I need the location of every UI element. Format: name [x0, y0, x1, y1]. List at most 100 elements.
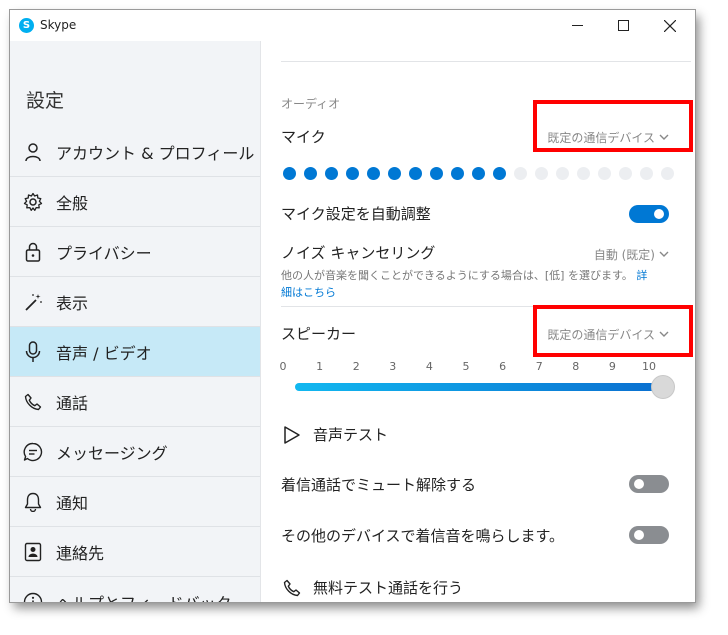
minimize-button[interactable]: [554, 10, 600, 41]
noise-cancelling-select[interactable]: 自動 (既定): [594, 246, 669, 263]
sidebar-item-label: 音声 / ビデオ: [56, 343, 152, 363]
sound-test-button[interactable]: 音声テスト: [283, 424, 388, 445]
noise-cancelling-description: 他の人が音楽を聞くことができるようにする場合は、[低] を選びます。 詳細はこち…: [281, 267, 651, 301]
mic-level-dot-inactive: [640, 167, 653, 180]
microphone-label: マイク: [281, 128, 326, 146]
toggle-knob: [634, 479, 644, 489]
mic-level-dot-active: [367, 167, 380, 180]
mic-level-dot-active: [409, 167, 422, 180]
sidebar-item-label: 通知: [56, 493, 89, 513]
mic-level-dot-inactive: [535, 167, 548, 180]
skype-window: S Skype 設定 アカウント & プロフィール 全般 プライバシー 表示 音…: [10, 10, 695, 602]
volume-tick-label: 0: [279, 360, 287, 373]
speaker-device-select[interactable]: 既定の通信デバイス: [547, 326, 669, 343]
sidebar-item-label: 全般: [56, 193, 89, 213]
mic-level-dot-active: [388, 167, 401, 180]
sidebar-item-help[interactable]: ヘルプとフィードバック: [10, 577, 260, 602]
description-text: 他の人が音楽を聞くことができるようにする場合は、[低] を選びます。: [281, 269, 633, 282]
mic-level-dot-inactive: [556, 167, 569, 180]
mic-level-dot-inactive: [514, 167, 527, 180]
title-bar: S Skype: [10, 10, 695, 41]
sidebar-item-label: 連絡先: [56, 543, 105, 563]
auto-adjust-label: マイク設定を自動調整: [281, 205, 431, 223]
volume-tick-label: 7: [535, 360, 543, 373]
speaker-device-value: 既定の通信デバイス: [547, 328, 655, 342]
maximize-icon: [617, 20, 629, 31]
mic-level-dot-active: [283, 167, 296, 180]
minimize-icon: [571, 25, 583, 26]
volume-tick-label: 10: [642, 360, 656, 373]
mic-level-dot-active: [451, 167, 464, 180]
volume-tick-label: 2: [352, 360, 360, 373]
play-icon: [284, 425, 300, 444]
sidebar-item-general[interactable]: 全般: [10, 177, 260, 227]
volume-slider-track[interactable]: [295, 383, 661, 391]
volume-tick-label: 8: [572, 360, 580, 373]
auto-adjust-toggle[interactable]: [629, 205, 669, 223]
sidebar-item-account[interactable]: アカウント & プロフィール: [10, 127, 260, 177]
info-icon: [22, 591, 44, 602]
audio-section-label: オーディオ: [281, 97, 341, 111]
sidebar-item-messaging[interactable]: メッセージング: [10, 427, 260, 477]
bell-icon: [22, 491, 44, 513]
toggle-knob: [634, 530, 644, 540]
sidebar-item-label: プライバシー: [56, 243, 152, 263]
microphone-level-meter: [283, 167, 674, 180]
sidebar-item-calls[interactable]: 通話: [10, 377, 260, 427]
volume-slider-thumb[interactable]: [651, 375, 675, 399]
mic-level-dot-active: [325, 167, 338, 180]
sidebar-item-contacts[interactable]: 連絡先: [10, 527, 260, 577]
ring-other-devices-label: その他のデバイスで着信音を鳴らします。: [281, 527, 565, 545]
mic-level-dot-inactive: [619, 167, 632, 180]
microphone-device-select[interactable]: 既定の通信デバイス: [547, 129, 669, 146]
noise-cancelling-label: ノイズ キャンセリング: [281, 244, 436, 262]
microphone-device-value: 既定の通信デバイス: [547, 131, 655, 145]
unmute-incoming-toggle[interactable]: [629, 475, 669, 493]
sidebar-item-privacy[interactable]: プライバシー: [10, 227, 260, 277]
close-button[interactable]: [647, 10, 693, 41]
volume-tick-label: 1: [316, 360, 324, 373]
sidebar-item-label: 通話: [56, 393, 89, 413]
sidebar-item-label: ヘルプとフィードバック: [56, 590, 232, 603]
maximize-button[interactable]: [600, 10, 646, 41]
sound-test-label: 音声テスト: [313, 426, 389, 444]
settings-title: 設定: [26, 90, 65, 112]
settings-sidebar: 設定 アカウント & プロフィール 全般 プライバシー 表示 音声 / ビデオ …: [10, 41, 261, 602]
toggle-knob: [654, 209, 664, 219]
mic-level-dot-inactive: [598, 167, 611, 180]
sidebar-item-label: 表示: [56, 293, 89, 313]
chat-icon: [22, 441, 44, 463]
magic-wand-icon: [22, 291, 44, 313]
person-icon: [22, 141, 44, 163]
volume-tick-label: 5: [462, 360, 470, 373]
sidebar-item-notifications[interactable]: 通知: [10, 477, 260, 527]
sidebar-item-label: アカウント & プロフィール: [56, 143, 255, 163]
volume-tick-label: 3: [389, 360, 397, 373]
free-test-call-button[interactable]: 無料テスト通話を行う: [283, 577, 463, 598]
unmute-incoming-label: 着信通話でミュート解除する: [281, 476, 477, 494]
free-test-call-label: 無料テスト通話を行う: [313, 579, 464, 597]
volume-tick-labels: 0 1 2 3 4 5 6 7 8 9 10: [279, 360, 663, 376]
sidebar-item-audio-video[interactable]: 音声 / ビデオ: [10, 327, 260, 377]
noise-cancelling-value: 自動 (既定): [593, 248, 655, 262]
mic-level-dot-active: [493, 167, 506, 180]
chevron-down-icon: [659, 134, 669, 140]
mic-level-dot-active: [430, 167, 443, 180]
sidebar-item-appearance[interactable]: 表示: [10, 277, 260, 327]
volume-tick-label: 4: [425, 360, 433, 373]
phone-icon: [22, 391, 44, 413]
skype-logo-icon: S: [19, 18, 34, 33]
gear-icon: [22, 191, 44, 213]
chevron-down-icon: [659, 331, 669, 337]
mic-level-dot-inactive: [661, 167, 674, 180]
mic-level-dot-active: [472, 167, 485, 180]
divider: [281, 61, 691, 62]
chevron-down-icon: [659, 251, 669, 257]
window-title: Skype: [40, 18, 77, 32]
ring-other-devices-toggle[interactable]: [629, 526, 669, 544]
microphone-icon: [22, 340, 44, 363]
contacts-icon: [22, 541, 44, 563]
volume-tick-label: 9: [608, 360, 616, 373]
audio-video-settings-panel: オーディオ マイク 既定の通信デバイス マイク設定を自動調整 ノイズ キャンセリ…: [261, 41, 695, 602]
mic-level-dot-active: [304, 167, 317, 180]
